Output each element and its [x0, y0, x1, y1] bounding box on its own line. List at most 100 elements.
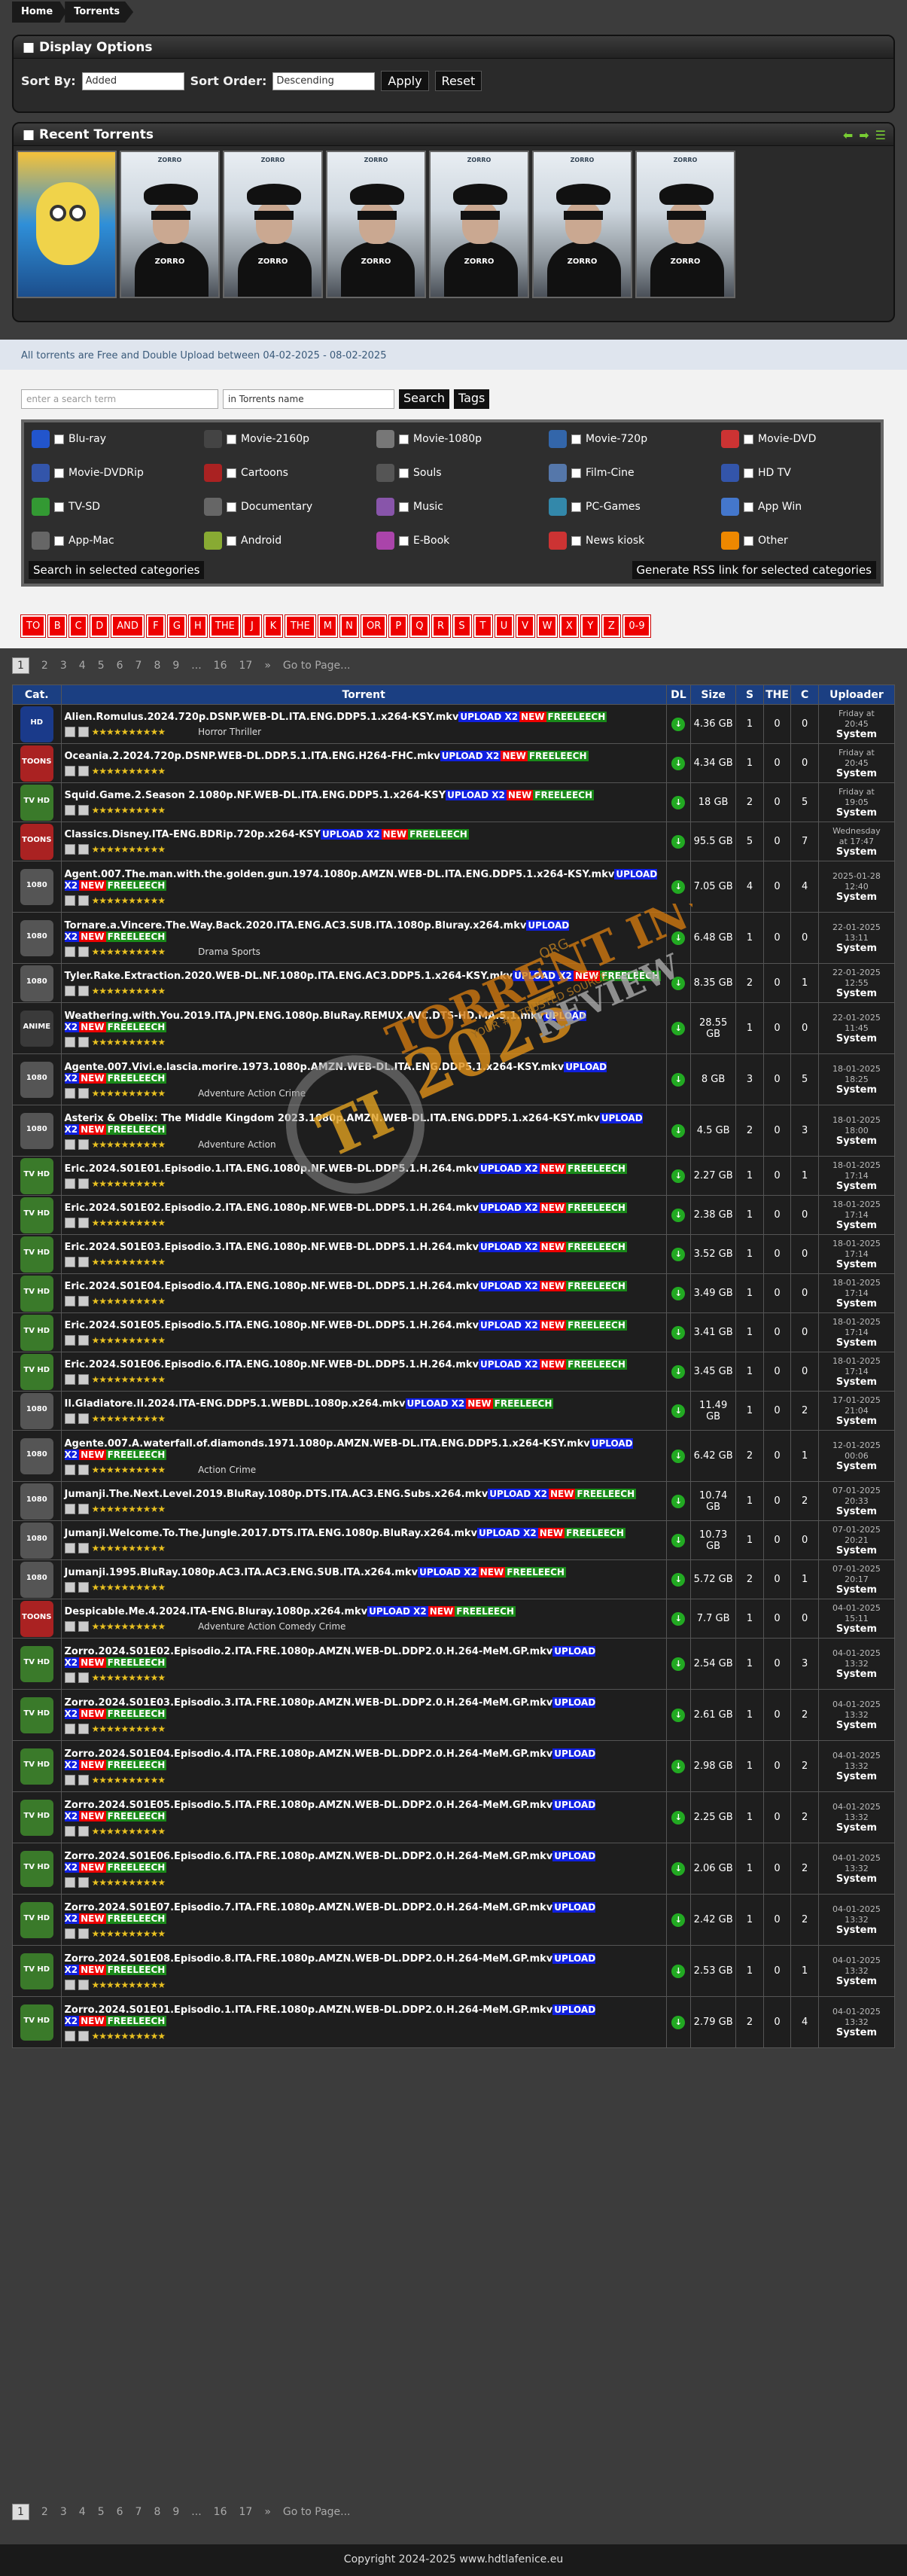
page-link[interactable]: 17 — [239, 2506, 252, 2518]
download-icon[interactable]: ↓ — [671, 1169, 686, 1183]
torrent-name-link[interactable]: Eric.2024.S01E04.Episodio.4.ITA.ENG.1080… — [62, 1279, 666, 1294]
uploader-name[interactable]: System — [819, 1720, 894, 1731]
torrent-name-link[interactable]: Il.Gladiatore.II.2024.ITA-ENG.DDP5.1.WEB… — [62, 1396, 666, 1412]
download-icon[interactable]: ↓ — [671, 1964, 686, 1978]
letter-filter-item[interactable]: THE — [208, 614, 241, 638]
bookmark-icon[interactable] — [64, 986, 75, 996]
torrent-name-link[interactable]: Zorro.2024.S01E04.Episodio.4.ITA.FRE.108… — [62, 1746, 666, 1773]
page-link[interactable]: 6 — [117, 660, 123, 672]
torrent-name[interactable]: Squid.Game.2.Season 2.1080p.NF.WEB-DL.IT… — [65, 790, 446, 801]
rss-link-button[interactable]: Generate RSS link for selected categorie… — [632, 561, 876, 579]
category-badge-icon[interactable]: TV HD — [20, 1314, 53, 1351]
letter-filter-item[interactable]: T — [473, 614, 493, 638]
torrent-name[interactable]: Oceania.2.2024.720p.DSNP.WEB-DL.DDP.5.1.… — [65, 751, 440, 762]
uploader-name[interactable]: System — [819, 1822, 894, 1834]
page-link[interactable]: 16 — [214, 660, 227, 672]
letter-filter-item[interactable]: Z — [601, 614, 622, 638]
info-icon[interactable] — [78, 2030, 89, 2041]
info-icon[interactable] — [78, 805, 89, 815]
recent-poster[interactable]: ZORRO ZORRO — [326, 151, 426, 298]
bookmark-icon[interactable] — [64, 1774, 75, 1785]
torrent-name-link[interactable]: Zorro.2024.S01E06.Episodio.6.ITA.FRE.108… — [62, 1849, 666, 1876]
info-icon[interactable] — [78, 1928, 89, 1939]
uploader-name[interactable]: System — [819, 892, 894, 903]
category-badge-icon[interactable]: TV HD — [20, 1748, 53, 1785]
torrent-name[interactable]: Eric.2024.S01E05.Episodio.5.ITA.ENG.1080… — [65, 1320, 479, 1331]
torrent-name[interactable]: Zorro.2024.S01E06.Episodio.6.ITA.FRE.108… — [65, 1851, 553, 1862]
bookmark-icon[interactable] — [64, 1087, 75, 1099]
download-icon[interactable]: ↓ — [671, 1611, 686, 1626]
torrent-name[interactable]: Despicable.Me.4.2024.ITA-ENG.Bluray.1080… — [65, 1606, 368, 1617]
download-icon[interactable]: ↓ — [671, 717, 686, 731]
category-news-kiosk[interactable]: News kiosk — [549, 532, 644, 550]
page-link[interactable]: 3 — [60, 660, 67, 672]
info-icon[interactable] — [78, 1257, 89, 1267]
download-icon[interactable]: ↓ — [671, 834, 686, 849]
breadcrumb-home[interactable]: Home — [12, 2, 67, 23]
recent-poster[interactable]: ZORRO ZORRO — [223, 151, 323, 298]
category-documentary[interactable]: Documentary — [204, 498, 312, 516]
torrent-name[interactable]: Zorro.2024.S01E01.Episodio.1.ITA.FRE.108… — [65, 2004, 553, 2016]
info-icon[interactable] — [78, 1825, 89, 1837]
info-icon[interactable] — [78, 1876, 89, 1888]
torrent-name[interactable]: Zorro.2024.S01E04.Episodio.4.ITA.FRE.108… — [65, 1748, 553, 1760]
info-icon[interactable] — [78, 1335, 89, 1346]
category-other[interactable]: Other — [721, 532, 788, 550]
torrent-name-link[interactable]: Zorro.2024.S01E08.Episodio.8.ITA.FRE.108… — [62, 1951, 666, 1978]
torrent-name[interactable]: Tornare.a.Vincere.The.Way.Back.2020.ITA.… — [65, 920, 527, 931]
bookmark-icon[interactable] — [64, 2030, 75, 2041]
bookmark-icon[interactable] — [64, 1504, 75, 1514]
torrent-name-link[interactable]: Zorro.2024.S01E03.Episodio.3.ITA.FRE.108… — [62, 1695, 666, 1722]
download-icon[interactable]: ↓ — [671, 1759, 686, 1773]
category-badge-icon[interactable]: TOONS — [20, 745, 53, 782]
bookmark-icon[interactable] — [64, 1543, 75, 1553]
category-badge-icon[interactable]: TV HD — [20, 1645, 53, 1682]
bookmark-icon[interactable] — [64, 1979, 75, 1990]
sort-order-select[interactable]: Descending — [272, 72, 376, 90]
download-icon[interactable]: ↓ — [671, 1494, 686, 1508]
recent-poster[interactable]: ZORRO ZORRO — [429, 151, 529, 298]
category-checkbox[interactable] — [399, 468, 409, 478]
torrent-name[interactable]: Zorro.2024.S01E08.Episodio.8.ITA.FRE.108… — [65, 1953, 553, 1965]
download-icon[interactable]: ↓ — [671, 879, 686, 894]
category-checkbox[interactable] — [399, 535, 409, 546]
category-badge-icon[interactable]: TV HD — [20, 1236, 53, 1273]
page-link[interactable]: » — [264, 660, 271, 672]
download-icon[interactable]: ↓ — [671, 1364, 686, 1379]
category-tv-sd[interactable]: TV-SD — [32, 498, 100, 516]
torrent-name-link[interactable]: Zorro.2024.S01E05.Episodio.5.ITA.FRE.108… — [62, 1797, 666, 1825]
recent-poster[interactable] — [17, 151, 117, 298]
uploader-name[interactable]: System — [819, 1084, 894, 1096]
info-icon[interactable] — [78, 1178, 89, 1189]
download-icon[interactable]: ↓ — [671, 1286, 686, 1300]
uploader-name[interactable]: System — [819, 1181, 894, 1192]
download-icon[interactable]: ↓ — [671, 1572, 686, 1587]
category-checkbox[interactable] — [744, 501, 753, 512]
sort-by-select[interactable]: Added — [81, 72, 184, 90]
category-checkbox[interactable] — [54, 535, 64, 546]
torrent-name[interactable]: Asterix & Obelix: The Middle Kingdom 202… — [65, 1113, 600, 1124]
category-badge-icon[interactable]: 1080 — [20, 1522, 53, 1559]
torrent-name-link[interactable]: Agente.007.A.waterfall.of.diamonds.1971.… — [62, 1436, 666, 1463]
bookmark-icon[interactable] — [64, 895, 75, 906]
download-icon[interactable]: ↓ — [671, 1247, 686, 1261]
bookmark-icon[interactable] — [64, 1374, 75, 1385]
category-checkbox[interactable] — [571, 501, 581, 512]
torrent-name-link[interactable]: Jumanji.Welcome.To.The.Jungle.2017.DTS.I… — [62, 1526, 666, 1541]
category-badge-icon[interactable]: 1080 — [20, 1392, 53, 1429]
page-link[interactable]: ... — [191, 660, 201, 672]
search-scope-select[interactable]: in Torrents name — [223, 389, 394, 409]
letter-filter-item[interactable]: S — [452, 614, 472, 638]
uploader-name[interactable]: System — [819, 988, 894, 999]
bookmark-icon[interactable] — [64, 1296, 75, 1306]
page-link[interactable]: 8 — [154, 660, 160, 672]
category-movie-2160p[interactable]: Movie-2160p — [204, 430, 309, 448]
torrent-name-link[interactable]: Eric.2024.S01E06.Episodio.6.ITA.ENG.1080… — [62, 1357, 666, 1373]
category-checkbox[interactable] — [227, 468, 236, 478]
download-icon[interactable]: ↓ — [671, 1449, 686, 1463]
page-link[interactable]: 16 — [214, 2506, 227, 2518]
bookmark-icon[interactable] — [64, 946, 75, 957]
download-icon[interactable]: ↓ — [671, 1657, 686, 1671]
uploader-name[interactable]: System — [819, 1925, 894, 1936]
info-icon[interactable] — [78, 986, 89, 996]
